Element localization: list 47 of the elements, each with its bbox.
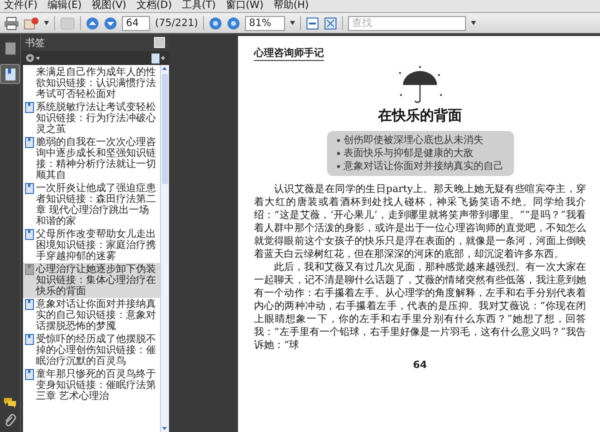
- panel-title: 书签: [25, 36, 45, 50]
- caret-icon[interactable]: [44, 21, 49, 25]
- page-count: (75/221): [155, 18, 198, 28]
- previous-page-icon[interactable]: [86, 16, 99, 30]
- bookmark-item[interactable]: 受惊吓的经历成了他摆脱不掉的心理创伤知识链接：催眠治疗沉默的百灵鸟: [23, 333, 160, 368]
- caret-icon[interactable]: [290, 21, 295, 25]
- bookmark-item[interactable]: 脆弱的自我在一次次心理咨询中逐步成长和坚强知识链接：精神分析疗法就让一切顺其自: [23, 136, 160, 182]
- bookmark-item[interactable]: 童年那只惨死的百灵鸟终于变身知识链接：催眠疗法第三章 艺术心理治: [23, 368, 160, 403]
- bookmark-item[interactable]: 父母所作改变帮助女儿走出困境知识链接：家庭治疗携手穿越抑郁的迷雾: [23, 228, 160, 263]
- bullet-icon: [336, 152, 340, 155]
- body-paragraph: 认识艾薇是在同学的生日party上。那天晚上她无疑有些喧宾夺主，穿着大红的唐装或着酒杯到处找人碰杯，神采飞扬笑语不绝。同学给我介绍：“这是艾薇，‘开心果儿’，走到哪里就将笑声带到哪里。”“是吗？”我看着人群中那个活泼的身影，或许是出于一位心理咨询师的直觉吧，不知怎么就觉得眼前这个女孩子的快乐只是浮在表面的，就像是一条河，河面上倒映着蓝天白云绿树红花，但在那深深的河床的底部，却沉淀着许多东西。: [254, 183, 586, 261]
- bookmark-item[interactable]: 意象对话让你面对并接纳真实的自己知识链接：意象对话摆脱恐怖的梦魇: [23, 298, 160, 333]
- new-bookmark-icon[interactable]: [151, 52, 165, 64]
- menu-item[interactable]: 工具(T): [182, 0, 216, 12]
- bullet-icon: [336, 165, 340, 168]
- highlight-line: 创伤即使被深埋心底也从未消失: [344, 134, 484, 147]
- fit-page-icon[interactable]: [306, 16, 319, 30]
- bookmark-icon: [4, 68, 16, 80]
- scroll-down-icon[interactable]: [161, 425, 168, 432]
- menu-item[interactable]: 视图(V): [92, 0, 126, 12]
- highlight-line: 表面快乐与抑郁是健康的大敌: [344, 147, 474, 160]
- paperclip-icon[interactable]: [4, 414, 16, 428]
- comments-icon[interactable]: [3, 397, 17, 408]
- running-head: 心理咨询师手记: [254, 42, 324, 61]
- gear-icon[interactable]: [25, 53, 41, 63]
- zoom-field[interactable]: 81%: [244, 16, 285, 30]
- menu-item[interactable]: 编辑(E): [48, 0, 82, 12]
- fit-width-icon[interactable]: [324, 16, 337, 30]
- print-icon[interactable]: [4, 16, 19, 30]
- bookmarks-tab[interactable]: [0, 64, 20, 84]
- scroll-up-icon[interactable]: [161, 65, 168, 72]
- next-page-icon[interactable]: [104, 16, 117, 30]
- page-number-field[interactable]: 64: [122, 16, 150, 30]
- bullet-icon: [336, 139, 340, 142]
- highlight-line: 意象对话让你面对并接纳真实的自己: [344, 160, 504, 173]
- chapter-title: 在快乐的背面: [376, 107, 463, 125]
- caret-icon[interactable]: [470, 21, 476, 25]
- scrollbar[interactable]: [160, 65, 169, 432]
- bookmark-item[interactable]: 系统脱敏疗法让考试变轻松知识链接：行为疗法冲破心灵之茧: [23, 101, 160, 136]
- page-number: 64: [413, 360, 427, 371]
- bookmark-item[interactable]: 一次肝炎让他成了强迫症患者知识链接：森田疗法第二章 现代心理治疗跳出一场和谐的家: [23, 182, 160, 228]
- pages-icon: [4, 42, 16, 54]
- bookmark-item[interactable]: 来满足自己作为成年人的性欲知识链接：认识满惯疗法考试可否轻松面对: [23, 66, 160, 101]
- body-paragraph: 此后，我和艾薇又有过几次见面，那种感觉越来越强烈。有一次大家在一起聊天，记不清是聊什么话题了，艾薇的情绪突然有些低落，我注意到她有一个动作：右手攥着左手。从心理学的角度解释，左手和右手分别代表着内心的两种冲动，右手攥着左手，代表的是压抑。我对艾薇说：“你现在闭上眼睛想象一下，你的左手和右手里分别有什么东西？”她想了想，回答我：“左手里有一个铅球，右手里好像是一片羽毛，这有什么意义吗？”我告诉她：“球: [254, 261, 586, 352]
- find-field[interactable]: 查找: [348, 16, 466, 30]
- bookmark-item[interactable]: 心理治疗让她逐步卸下伪装知识链接：集体心理治疗在快乐的背面: [23, 263, 160, 298]
- menu-item[interactable]: 帮助(H): [273, 0, 309, 12]
